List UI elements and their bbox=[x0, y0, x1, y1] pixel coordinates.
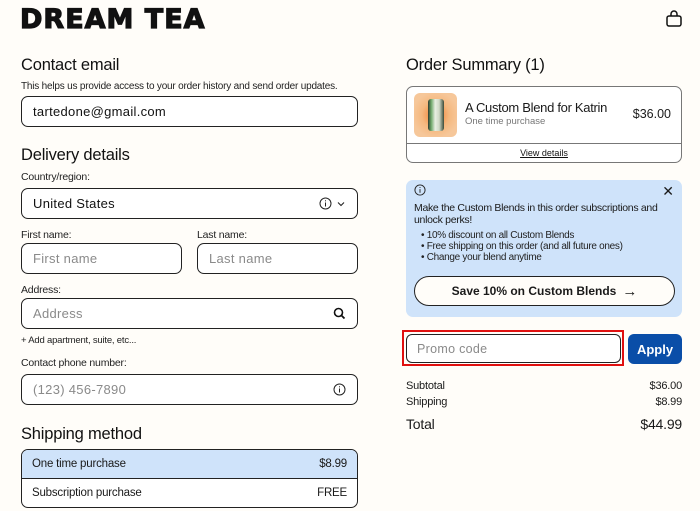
promo-code-placeholder: Promo code bbox=[417, 341, 488, 356]
shipping-option-label: One time purchase bbox=[32, 457, 126, 470]
shipping-method-heading: Shipping method bbox=[21, 425, 142, 443]
delivery-details-heading: Delivery details bbox=[21, 146, 130, 164]
tea-can-image bbox=[428, 99, 444, 131]
info-icon bbox=[414, 184, 426, 196]
first-name-field[interactable]: First name bbox=[21, 243, 182, 274]
item-name: A Custom Blend for Katrin bbox=[465, 100, 608, 115]
first-name-label: First name: bbox=[21, 229, 72, 241]
shopping-bag-icon[interactable] bbox=[665, 10, 683, 28]
address-field[interactable]: Address bbox=[21, 298, 358, 329]
order-item: A Custom Blend for Katrin One time purch… bbox=[407, 87, 681, 144]
subtotal-label: Subtotal bbox=[406, 380, 445, 392]
brand-logo[interactable]: DREAM TEA bbox=[19, 3, 206, 35]
arrow-right-icon: → bbox=[622, 282, 638, 300]
address-placeholder: Address bbox=[33, 306, 83, 321]
subscription-banner: ✕ Make the Custom Blends in this order s… bbox=[406, 180, 682, 317]
contact-email-heading: Contact email bbox=[21, 56, 120, 74]
shipping-option-price: FREE bbox=[317, 486, 347, 499]
last-name-label: Last name: bbox=[197, 229, 247, 241]
close-icon[interactable]: ✕ bbox=[662, 183, 674, 200]
order-summary-heading: Order Summary (1) bbox=[406, 56, 545, 74]
shipping-options: One time purchase $8.99 Subscription pur… bbox=[21, 449, 358, 508]
item-price: $36.00 bbox=[632, 107, 671, 121]
email-value: tartedone@gmail.com bbox=[33, 104, 167, 119]
banner-title: Make the Custom Blends in this order sub… bbox=[414, 202, 658, 226]
perk-item: 10% discount on all Custom Blends bbox=[421, 230, 623, 241]
address-label: Address: bbox=[21, 284, 61, 296]
shipping-option-subscription[interactable]: Subscription purchase FREE bbox=[22, 479, 357, 508]
country-select[interactable]: United States bbox=[21, 188, 358, 219]
subtotal-row: Subtotal $36.00 bbox=[406, 380, 682, 392]
shipping-label: Shipping bbox=[406, 396, 448, 408]
last-name-placeholder: Last name bbox=[209, 251, 273, 266]
save-button-label: Save 10% on Custom Blends bbox=[451, 284, 617, 298]
phone-placeholder: (123) 456-7890 bbox=[33, 382, 127, 397]
chevron-down-icon bbox=[337, 201, 345, 206]
last-name-field[interactable]: Last name bbox=[197, 243, 358, 274]
first-name-placeholder: First name bbox=[33, 251, 98, 266]
save-custom-blends-button[interactable]: Save 10% on Custom Blends → bbox=[414, 276, 675, 306]
total-label: Total bbox=[406, 416, 435, 432]
product-thumbnail bbox=[414, 93, 457, 137]
perks-list: 10% discount on all Custom Blends Free s… bbox=[421, 230, 623, 263]
shipping-option-label: Subscription purchase bbox=[32, 486, 142, 499]
search-icon[interactable] bbox=[333, 307, 346, 320]
contact-helper-text: This helps us provide access to your ord… bbox=[21, 81, 338, 92]
view-details-link[interactable]: View details bbox=[407, 144, 681, 162]
order-item-card: A Custom Blend for Katrin One time purch… bbox=[406, 86, 682, 163]
shipping-row: Shipping $8.99 bbox=[406, 396, 682, 408]
phone-field[interactable]: (123) 456-7890 bbox=[21, 374, 358, 405]
subtotal-value: $36.00 bbox=[649, 380, 683, 392]
shipping-option-price: $8.99 bbox=[319, 457, 347, 470]
info-icon[interactable] bbox=[319, 197, 332, 210]
apply-button[interactable]: Apply bbox=[628, 334, 682, 364]
shipping-value: $8.99 bbox=[655, 396, 682, 408]
total-row: Total $44.99 bbox=[406, 416, 682, 432]
total-value: $44.99 bbox=[640, 416, 682, 432]
add-apartment-link[interactable]: + Add apartment, suite, etc... bbox=[21, 335, 136, 346]
email-field[interactable]: tartedone@gmail.com bbox=[21, 96, 358, 127]
phone-label: Contact phone number: bbox=[21, 357, 127, 369]
info-icon[interactable] bbox=[333, 383, 346, 396]
promo-code-input[interactable]: Promo code bbox=[406, 334, 621, 363]
item-subtitle: One time purchase bbox=[465, 116, 546, 127]
country-value: United States bbox=[33, 196, 115, 211]
country-label: Country/region: bbox=[21, 171, 90, 183]
perk-item: Change your blend anytime bbox=[421, 252, 623, 263]
perk-item: Free shipping on this order (and all fut… bbox=[421, 241, 623, 252]
shipping-option-one-time[interactable]: One time purchase $8.99 bbox=[22, 450, 357, 479]
